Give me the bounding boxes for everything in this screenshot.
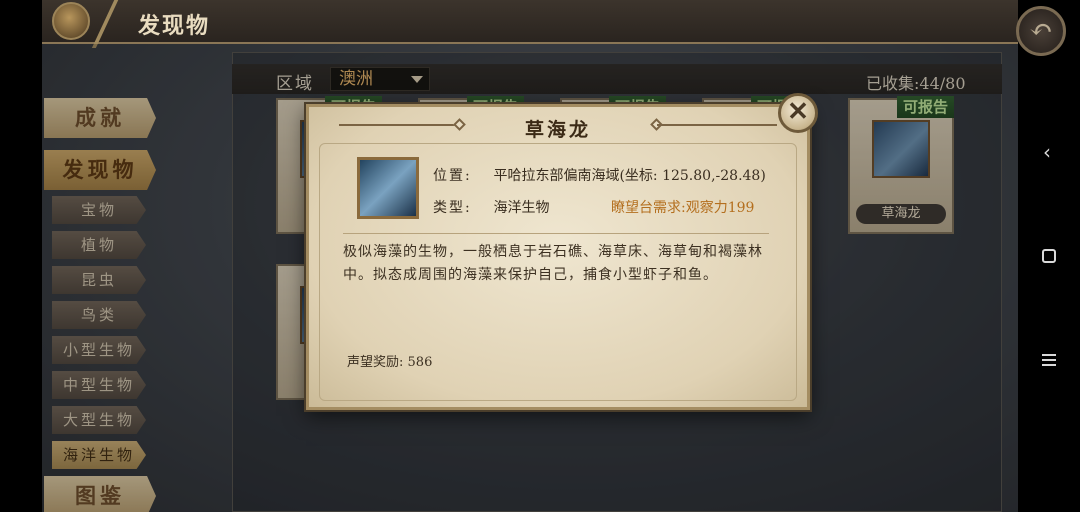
nav-menu-icon[interactable] <box>1042 354 1056 369</box>
observatory-requirement: 瞭望台需求:观察力199 <box>611 200 755 216</box>
back-arrow-button[interactable]: ↶ <box>1016 6 1066 56</box>
type-value: 海洋生物 <box>493 200 550 216</box>
dialog-title: 草海龙 <box>524 119 591 141</box>
left-letterbox <box>0 0 42 512</box>
nav-back-icon[interactable]: ‹ <box>1043 140 1051 164</box>
location-value: 平哈拉东部偏南海域(坐标: 125.80,-28.48) <box>493 168 766 184</box>
location-label: 位置: <box>433 168 472 184</box>
divider <box>91 0 121 48</box>
top-bar: 发现物 <box>42 0 1018 48</box>
title-ornament <box>657 124 777 126</box>
close-button[interactable]: ✕ <box>778 93 818 133</box>
nav-home-icon[interactable] <box>1042 249 1056 263</box>
creature-image <box>357 157 419 219</box>
reward-value: 586 <box>407 355 433 370</box>
lion-emblem-icon <box>52 2 90 40</box>
location-row: 位置: 平哈拉东部偏南海域(坐标: 125.80,-28.48) <box>433 165 766 185</box>
discovery-detail-dialog: 草海龙 位置: 平哈拉东部偏南海域(坐标: 125.80,-28.48) 类型:… <box>306 104 810 410</box>
divider <box>343 233 769 234</box>
creature-description: 极似海藻的生物，一般栖息于岩石礁、海草床、海草甸和褐藻林中。拟态成周围的海藻来保… <box>343 244 763 283</box>
type-label: 类型: <box>433 200 472 216</box>
reward-label: 声望奖励: <box>347 355 404 370</box>
reputation-reward: 声望奖励: 586 <box>347 351 432 370</box>
close-icon: ✕ <box>787 97 809 127</box>
type-row: 类型: 海洋生物 <box>433 197 549 217</box>
page-title: 发现物 <box>138 13 211 39</box>
